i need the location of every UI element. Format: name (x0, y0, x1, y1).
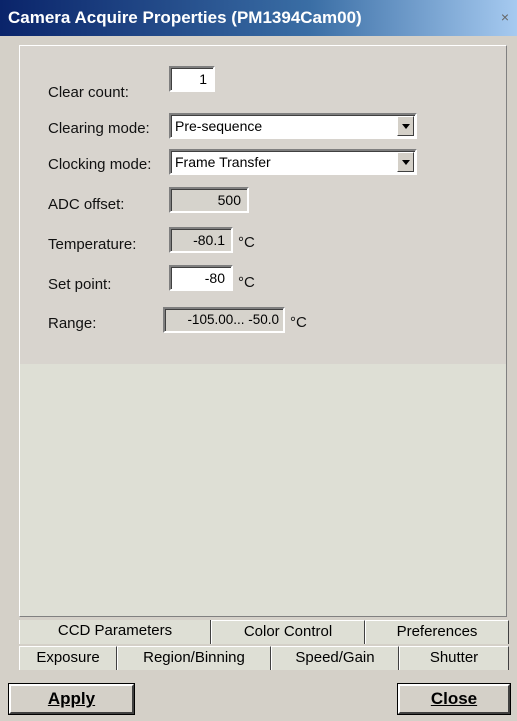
close-icon[interactable]: × (497, 8, 513, 26)
title-bar[interactable]: Camera Acquire Properties (PM1394Cam00) … (0, 0, 517, 36)
adc-offset-field: 500 (169, 187, 249, 213)
clocking-mode-label: Clocking mode: (48, 156, 152, 173)
clocking-mode-dropdown-icon[interactable] (397, 152, 414, 172)
tab-exposure[interactable]: Exposure (19, 646, 117, 670)
set-point-unit: °C (238, 274, 255, 291)
clocking-mode-value: Frame Transfer (175, 154, 271, 170)
clear-count-label: Clear count: (48, 84, 129, 101)
close-button[interactable]: Close (398, 684, 510, 714)
tab-row-top: CCD Parameters Color Control Preferences (19, 620, 509, 644)
range-unit: °C (290, 314, 307, 331)
temperature-field: -80.1 (169, 227, 233, 253)
range-field: -105.00... -50.0 (163, 307, 285, 333)
tab-speed-gain[interactable]: Speed/Gain (271, 646, 399, 670)
clearing-mode-dropdown-icon[interactable] (397, 116, 414, 136)
temperature-unit: °C (238, 234, 255, 251)
tab-ccd-parameters[interactable]: CCD Parameters (19, 620, 211, 644)
clearing-mode-value: Pre-sequence (175, 118, 263, 134)
close-label: Close (430, 689, 478, 708)
tab-color-control[interactable]: Color Control (211, 620, 365, 644)
tab-region-binning[interactable]: Region/Binning (117, 646, 271, 670)
clocking-mode-select[interactable]: Frame Transfer (169, 149, 417, 175)
apply-button[interactable]: Apply (9, 684, 134, 714)
clearing-mode-select[interactable]: Pre-sequence (169, 113, 417, 139)
clear-count-field[interactable]: 1 (169, 66, 215, 92)
temperature-label: Temperature: (48, 236, 137, 253)
window-title: Camera Acquire Properties (PM1394Cam00) (8, 8, 362, 27)
apply-label: Apply (47, 689, 96, 708)
adc-offset-label: ADC offset: (48, 196, 125, 213)
set-point-field[interactable]: -80 (169, 265, 233, 291)
clearing-mode-label: Clearing mode: (48, 120, 150, 137)
set-point-label: Set point: (48, 276, 112, 293)
tab-preferences[interactable]: Preferences (365, 620, 509, 644)
ccd-parameters-panel: Clear count: 1 Clearing mode: Pre-sequen… (19, 45, 507, 617)
range-label: Range: (48, 315, 97, 332)
tab-shutter[interactable]: Shutter (399, 646, 509, 670)
tab-row-bottom: Exposure Region/Binning Speed/Gain Shutt… (19, 646, 509, 670)
